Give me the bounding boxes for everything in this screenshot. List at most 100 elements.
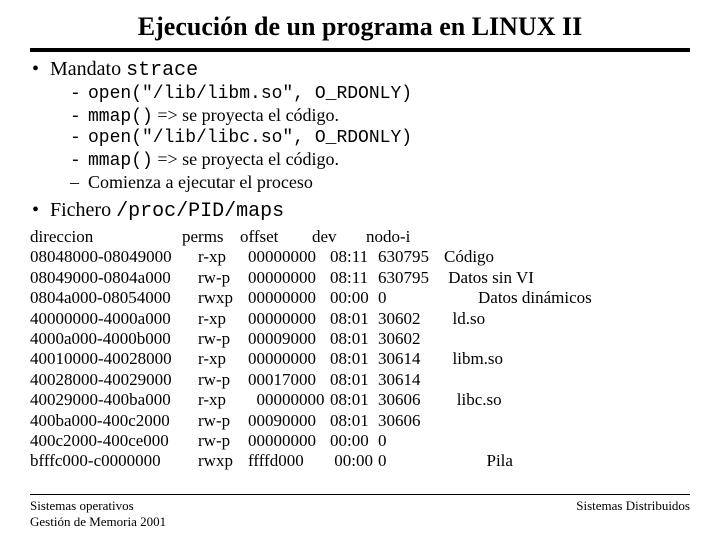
cell-offset: 00000000 <box>248 390 330 410</box>
cell-desc: libm.so <box>438 349 690 369</box>
cell-dev: 08:11 <box>330 247 378 267</box>
title-rule <box>30 48 690 52</box>
cell-dev: 00:00 <box>330 451 378 471</box>
item-text: Comienza a ejecutar el proceso <box>88 172 313 193</box>
maps-table: direccion perms offset dev nodo-i 080480… <box>30 227 690 472</box>
cell-direccion: 08048000-08049000 <box>30 247 198 267</box>
table-row: 400ba000-400c2000rw-p0009000008:0130606 <box>30 411 690 431</box>
cell-direccion: 40000000-4000a000 <box>30 309 198 329</box>
cell-nodo: 30614 <box>378 370 438 390</box>
footer-left-2: Gestión de Memoria 2001 <box>30 514 166 530</box>
table-row: 400c2000-400ce000rw-p0000000000:000 <box>30 431 690 451</box>
cell-offset: 00009000 <box>248 329 330 349</box>
cell-direccion: 4000a000-4000b000 <box>30 329 198 349</box>
bullet-code-1: strace <box>126 59 198 82</box>
cell-desc: Código <box>438 247 690 267</box>
cell-nodo: 30602 <box>378 309 438 329</box>
strace-list: -open("/lib/libm.so", O_RDONLY) -mmap() … <box>70 84 690 193</box>
cell-perms: r-xp <box>198 349 248 369</box>
table-row: 08049000-0804a000rw-p0000000008:11630795… <box>30 268 690 288</box>
cell-nodo: 30614 <box>378 349 438 369</box>
cell-dev: 08:01 <box>330 349 378 369</box>
list-item: -open("/lib/libm.so", O_RDONLY) <box>70 84 690 104</box>
cell-desc: ld.so <box>438 309 690 329</box>
bullet-lead-2: Fichero <box>50 199 116 221</box>
bullet-dot: • <box>32 200 50 220</box>
bullet-code-2: /proc/PID/maps <box>116 200 284 223</box>
cell-dev: 08:11 <box>330 268 378 288</box>
cell-direccion: 40029000-400ba000 <box>30 390 198 410</box>
cell-desc: Datos dinámicos <box>438 288 690 308</box>
cell-desc <box>438 411 690 431</box>
table-row: 40010000-40028000r-xp0000000008:0130614 … <box>30 349 690 369</box>
table-row: bfffc000-c0000000rwxpffffd000 00:000 Pil… <box>30 451 690 471</box>
col-offset: offset <box>240 227 312 247</box>
footer-left-1: Sistemas operativos <box>30 498 166 514</box>
item-text: open("/lib/libc.so", O_RDONLY) <box>88 128 412 148</box>
cell-offset: 00000000 <box>248 247 330 267</box>
cell-dev: 08:01 <box>330 370 378 390</box>
col-dev: dev <box>312 227 366 247</box>
list-item: -mmap() => se proyecta el código. <box>70 149 690 171</box>
cell-nodo: 0 <box>378 451 438 471</box>
footer: Sistemas operativos Gestión de Memoria 2… <box>30 494 690 531</box>
cell-offset: ffffd000 <box>248 451 330 471</box>
cell-offset: 00000000 <box>248 288 330 308</box>
col-nodo: nodo-i <box>366 227 426 247</box>
col-perms: perms <box>182 227 240 247</box>
item-text: => se proyecta el código. <box>153 149 339 169</box>
cell-dev: 08:01 <box>330 309 378 329</box>
dash-icon: - <box>70 84 88 104</box>
cell-desc: Datos sin VI <box>438 268 690 288</box>
cell-perms: r-xp <box>198 309 248 329</box>
cell-dev: 08:01 <box>330 390 378 410</box>
cell-direccion: 40028000-40029000 <box>30 370 198 390</box>
cell-offset: 00017000 <box>248 370 330 390</box>
table-row: 0804a000-08054000rwxp0000000000:000 Dato… <box>30 288 690 308</box>
list-item: -open("/lib/libc.so", O_RDONLY) <box>70 128 690 148</box>
col-direccion: direccion <box>30 227 182 247</box>
slide-title: Ejecución de un programa en LINUX II <box>30 12 690 42</box>
cell-nodo: 630795 <box>378 247 438 267</box>
dash-icon: - <box>70 128 88 148</box>
cell-perms: r-xp <box>198 247 248 267</box>
table-row: 40028000-40029000rw-p0001700008:0130614 <box>30 370 690 390</box>
cell-offset: 00000000 <box>248 309 330 329</box>
item-text: => se proyecta el código. <box>153 105 339 125</box>
cell-dev: 00:00 <box>330 431 378 451</box>
list-item: –Comienza a ejecutar el proceso <box>70 172 690 193</box>
item-code: mmap() <box>88 151 153 171</box>
cell-nodo: 30602 <box>378 329 438 349</box>
col-desc <box>426 227 690 247</box>
dash-icon: - <box>70 107 88 127</box>
cell-dev: 00:00 <box>330 288 378 308</box>
cell-desc <box>438 329 690 349</box>
cell-nodo: 630795 <box>378 268 438 288</box>
item-text: open("/lib/libm.so", O_RDONLY) <box>88 84 412 104</box>
cell-offset: 00000000 <box>248 349 330 369</box>
cell-perms: rwxp <box>198 288 248 308</box>
table-row: 08048000-08049000r-xp0000000008:11630795… <box>30 247 690 267</box>
bullet-fichero: • Fichero /proc/PID/maps <box>32 199 690 223</box>
cell-desc <box>438 431 690 451</box>
cell-desc <box>438 370 690 390</box>
cell-direccion: 40010000-40028000 <box>30 349 198 369</box>
table-row: 40029000-400ba000r-xp 0000000008:0130606… <box>30 390 690 410</box>
cell-offset: 00000000 <box>248 431 330 451</box>
item-code: mmap() <box>88 107 153 127</box>
cell-direccion: bfffc000-c0000000 <box>30 451 198 471</box>
table-header: direccion perms offset dev nodo-i <box>30 227 690 247</box>
cell-direccion: 400ba000-400c2000 <box>30 411 198 431</box>
cell-desc: Pila <box>438 451 690 471</box>
cell-direccion: 400c2000-400ce000 <box>30 431 198 451</box>
list-item: -mmap() => se proyecta el código. <box>70 105 690 127</box>
table-row: 40000000-4000a000r-xp0000000008:0130602 … <box>30 309 690 329</box>
cell-nodo: 30606 <box>378 390 438 410</box>
cell-perms: rwxp <box>198 451 248 471</box>
cell-dev: 08:01 <box>330 329 378 349</box>
dash-icon: – <box>70 172 88 193</box>
table-row: 4000a000-4000b000rw-p0000900008:0130602 <box>30 329 690 349</box>
dash-icon: - <box>70 151 88 171</box>
cell-perms: rw-p <box>198 411 248 431</box>
cell-direccion: 0804a000-08054000 <box>30 288 198 308</box>
